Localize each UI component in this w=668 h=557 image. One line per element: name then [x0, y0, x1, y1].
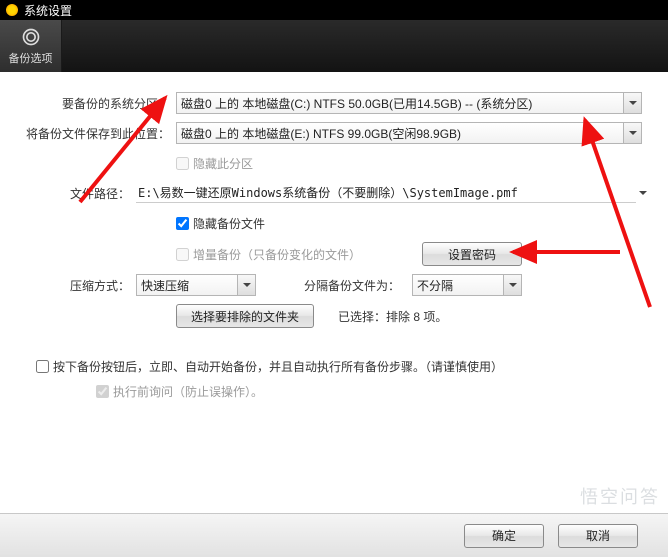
set-password-button[interactable]: 设置密码 [422, 242, 522, 266]
auto-backup-input[interactable] [36, 360, 49, 373]
titlebar: 系统设置 [0, 0, 668, 20]
app-icon [6, 4, 18, 16]
content-area: 要备份的系统分区： 磁盘0 上的 本地磁盘(C:) NTFS 50.0GB(已用… [0, 72, 668, 512]
filepath-input[interactable] [136, 183, 636, 203]
source-partition-label: 要备份的系统分区： [18, 95, 176, 112]
target-location-value: 磁盘0 上的 本地磁盘(E:) NTFS 99.0GB(空闲98.9GB) [181, 125, 461, 142]
ok-button[interactable]: 确定 [464, 524, 544, 548]
target-location-label: 将备份文件保存到此位置： [18, 125, 176, 142]
dropdown-arrow-icon [237, 275, 255, 295]
exclude-folders-button[interactable]: 选择要排除的文件夹 [176, 304, 314, 328]
filepath-label: 文件路径： [18, 185, 136, 202]
exclude-status-text: 已选择：排除 8 项。 [338, 308, 447, 325]
source-partition-select[interactable]: 磁盘0 上的 本地磁盘(C:) NTFS 50.0GB(已用14.5GB) --… [176, 92, 642, 114]
hide-backup-checkbox[interactable]: 隐藏备份文件 [176, 215, 265, 232]
backup-icon [20, 26, 42, 48]
incremental-checkbox[interactable]: 增量备份（只备份变化的文件） [176, 246, 361, 263]
dropdown-arrow-icon [623, 123, 641, 143]
watermark: 悟空问答 [580, 483, 660, 509]
compress-select[interactable]: 快速压缩 [136, 274, 256, 296]
target-location-select[interactable]: 磁盘0 上的 本地磁盘(E:) NTFS 99.0GB(空闲98.9GB) [176, 122, 642, 144]
dropdown-arrow-icon [503, 275, 521, 295]
hide-backup-input[interactable] [176, 217, 189, 230]
incremental-input[interactable] [176, 248, 189, 261]
confirm-before-checkbox[interactable]: 执行前询问（防止误操作）。 [96, 383, 650, 400]
confirm-before-text: 执行前询问（防止误操作）。 [113, 383, 263, 400]
split-value: 不分隔 [417, 277, 453, 294]
hide-backup-text: 隐藏备份文件 [193, 215, 265, 232]
dropdown-arrow-icon [623, 93, 641, 113]
auto-backup-checkbox[interactable]: 按下备份按钮后，立即、自动开始备份，并且自动执行所有备份步骤。（请谨慎使用） [36, 358, 650, 375]
hide-partition-checkbox[interactable]: 隐藏此分区 [176, 155, 253, 172]
source-partition-value: 磁盘0 上的 本地磁盘(C:) NTFS 50.0GB(已用14.5GB) --… [181, 95, 532, 112]
confirm-before-input[interactable] [96, 385, 109, 398]
dropdown-arrow-icon[interactable] [636, 191, 650, 195]
window-title: 系统设置 [24, 2, 72, 19]
tab-backup-options[interactable]: 备份选项 [0, 20, 62, 72]
hide-partition-text: 隐藏此分区 [193, 155, 253, 172]
cancel-button[interactable]: 取消 [558, 524, 638, 548]
tab-label: 备份选项 [9, 50, 53, 66]
incremental-text: 增量备份（只备份变化的文件） [193, 246, 361, 263]
compress-value: 快速压缩 [141, 277, 189, 294]
split-label: 分隔备份文件为： [304, 277, 400, 294]
hide-partition-input[interactable] [176, 157, 189, 170]
auto-backup-text: 按下备份按钮后，立即、自动开始备份，并且自动执行所有备份步骤。（请谨慎使用） [53, 358, 503, 375]
tab-bar: 备份选项 [0, 20, 668, 72]
compress-label: 压缩方式： [18, 277, 136, 294]
dialog-footer: 确定 取消 [0, 513, 668, 557]
split-select[interactable]: 不分隔 [412, 274, 522, 296]
